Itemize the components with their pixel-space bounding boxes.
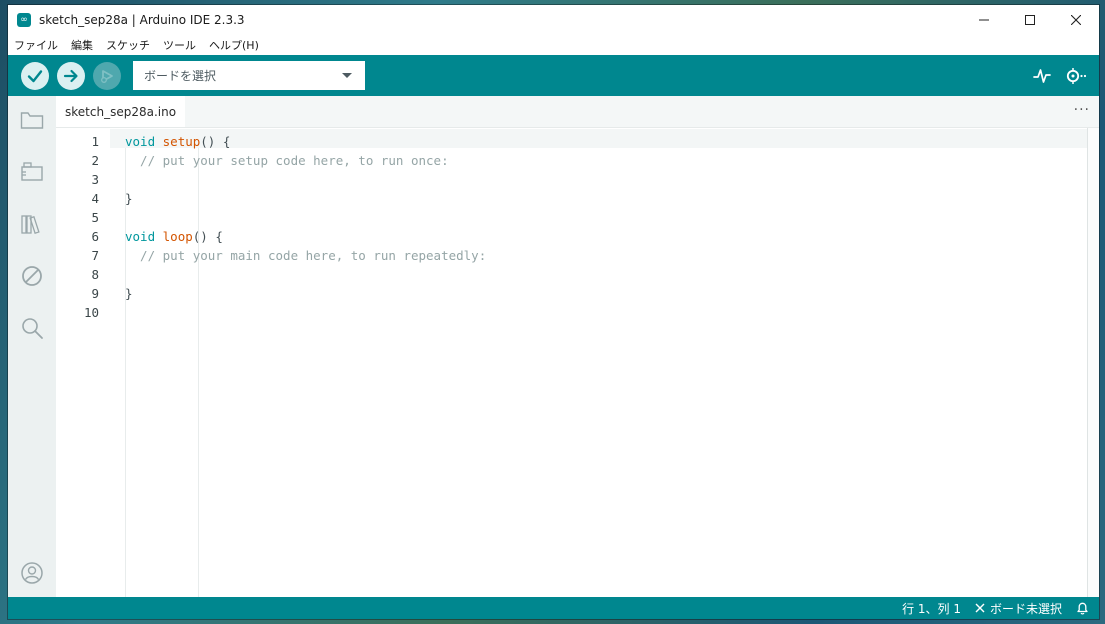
line-number: 9 [91, 286, 99, 301]
activity-sidebar [8, 96, 56, 597]
code-keyword: void [125, 229, 156, 244]
code-line[interactable]: void setup() { [125, 132, 230, 151]
code-text: () { [192, 229, 223, 244]
editor-tab-bar: sketch_sep28a.ino ··· [56, 96, 1099, 128]
editor-scrollbar[interactable] [1087, 128, 1099, 597]
code-line[interactable]: // put your main code here, to run repea… [125, 246, 486, 265]
board-status-label: ボード未選択 [989, 601, 1062, 616]
profile-icon [21, 562, 43, 584]
menu-help[interactable]: ヘルプ(H) [209, 37, 259, 53]
line-number: 7 [91, 248, 99, 263]
minimize-button[interactable] [961, 5, 1007, 35]
code-keyword: void [125, 134, 156, 149]
tab-sketch-file[interactable]: sketch_sep28a.ino [56, 96, 186, 127]
line-number-gutter: 1 2 3 4 5 6 7 8 9 10 [56, 128, 110, 597]
arduino-app-icon: ∞ [17, 13, 31, 27]
code-line[interactable]: } [125, 284, 133, 303]
sketchbook-icon [20, 112, 44, 129]
search-sidebar-button[interactable] [20, 316, 44, 340]
bell-icon [1077, 602, 1088, 615]
dropdown-arrow-icon [342, 72, 352, 78]
serial-plotter-icon [1033, 68, 1051, 83]
window-title: sketch_sep28a | Arduino IDE 2.3.3 [39, 13, 245, 27]
close-icon [975, 603, 985, 613]
menu-sketch[interactable]: スケッチ [106, 37, 150, 53]
serial-plotter-button[interactable] [1033, 67, 1051, 85]
current-line-highlight [110, 129, 1087, 148]
status-bar: 行 1、列 1 ボード未選択 [8, 597, 1099, 619]
debug-disabled-icon [22, 266, 42, 286]
window-controls [961, 5, 1099, 35]
toolbar: ボードを選択 [8, 55, 1099, 96]
serial-monitor-icon [1066, 67, 1087, 84]
line-number: 2 [91, 153, 99, 168]
line-number: 4 [91, 191, 99, 206]
line-number: 8 [91, 267, 99, 282]
close-button[interactable] [1053, 5, 1099, 35]
debug-sidebar-button[interactable] [20, 264, 44, 288]
minimize-icon [979, 19, 989, 21]
line-number: 6 [91, 229, 99, 244]
serial-monitor-button[interactable] [1065, 67, 1089, 85]
code-line[interactable]: } [125, 189, 133, 208]
profile-button[interactable] [20, 561, 44, 585]
menu-tools[interactable]: ツール [163, 37, 196, 53]
verify-icon [27, 69, 43, 82]
tab-label: sketch_sep28a.ino [65, 104, 177, 119]
line-number: 3 [91, 172, 99, 187]
cursor-position[interactable]: 行 1、列 1 [902, 600, 961, 617]
upload-icon [63, 69, 78, 82]
more-actions-icon[interactable]: ··· [1074, 102, 1090, 118]
toolbar-right [1019, 55, 1089, 96]
search-icon [22, 318, 43, 339]
maximize-button[interactable] [1007, 5, 1053, 35]
code-line[interactable]: void loop() { [125, 227, 223, 246]
line-number: 1 [91, 134, 99, 149]
sketchbook-button[interactable] [20, 108, 44, 132]
ide-window: ∞ sketch_sep28a | Arduino IDE 2.3.3 ファイル… [8, 5, 1099, 619]
menu-edit[interactable]: 編集 [71, 37, 93, 53]
verify-button[interactable] [21, 61, 49, 90]
code-text: () { [200, 134, 231, 149]
board-select-dropdown[interactable]: ボードを選択 [133, 61, 365, 90]
library-manager-icon [21, 215, 40, 235]
line-number: 5 [91, 210, 99, 225]
board-select-label: ボードを選択 [144, 69, 217, 83]
board-status[interactable]: ボード未選択 [975, 600, 1062, 617]
indent-guide [125, 148, 126, 597]
debug-icon [101, 69, 113, 83]
maximize-icon [1025, 15, 1035, 25]
title-bar: ∞ sketch_sep28a | Arduino IDE 2.3.3 [8, 5, 1099, 35]
boards-manager-button[interactable] [20, 160, 44, 184]
code-function: loop [162, 229, 193, 244]
close-icon [1071, 15, 1081, 25]
boards-manager-icon [21, 162, 43, 181]
menu-file[interactable]: ファイル [14, 37, 58, 53]
library-manager-button[interactable] [20, 212, 44, 236]
notifications-button[interactable] [1076, 601, 1089, 615]
code-line[interactable]: // put your setup code here, to run once… [125, 151, 449, 170]
menu-bar: ファイル 編集 スケッチ ツール ヘルプ(H) [8, 35, 1099, 55]
upload-button[interactable] [57, 61, 85, 90]
line-number: 10 [83, 305, 99, 320]
indent-guide [198, 148, 199, 597]
debug-button[interactable] [93, 61, 121, 90]
code-editor[interactable]: 1 2 3 4 5 6 7 8 9 10 void setup() { // p… [56, 128, 1087, 597]
code-function: setup [162, 134, 201, 149]
